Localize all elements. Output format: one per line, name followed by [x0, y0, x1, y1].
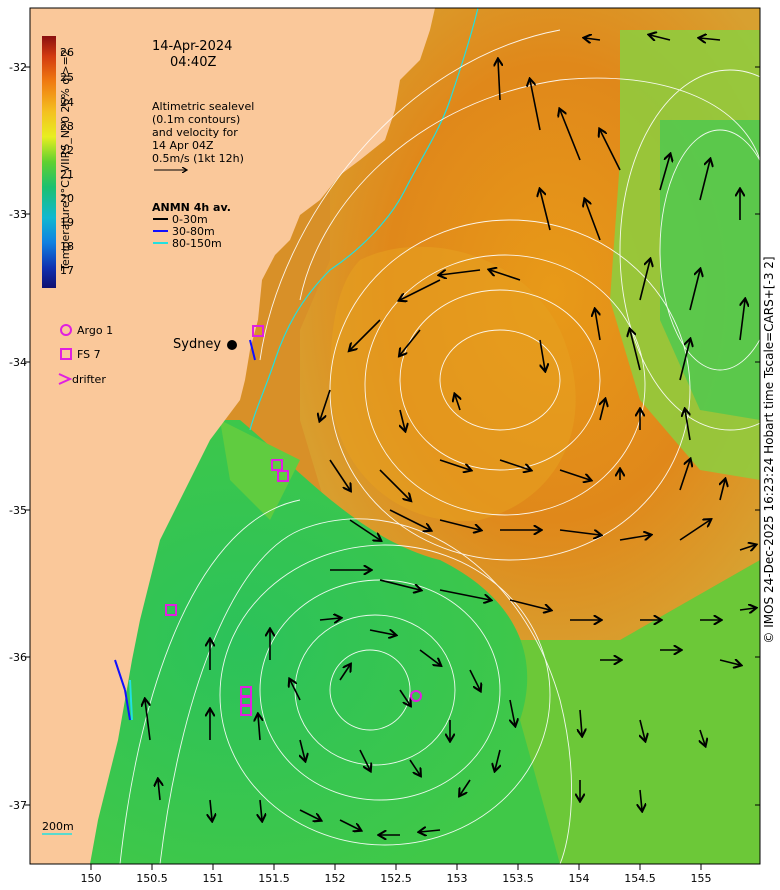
x-tick-label: 151: [203, 872, 224, 885]
x-tick-label: 150: [81, 872, 102, 885]
sydney-label: Sydney: [173, 337, 222, 352]
y-tick-label: -34: [9, 356, 27, 369]
y-tick-label: -37: [9, 799, 27, 812]
y-tick-label: -33: [9, 208, 27, 221]
map-figure: 150 150.5 151 151.5 152 152.5 153 153.5 …: [0, 0, 780, 890]
anmn-item-label: 80-150m: [172, 237, 222, 250]
fs-legend-label: FS 7: [77, 348, 101, 361]
argo-legend-label: Argo 1: [77, 324, 114, 337]
x-tick-label: 153: [447, 872, 468, 885]
sydney-marker-icon: [227, 340, 237, 350]
y-tick-label: -32: [9, 61, 27, 74]
map-canvas: 150 150.5 151 151.5 152 152.5 153 153.5 …: [9, 7, 780, 885]
description-line: (0.1m contours): [152, 113, 241, 126]
y-axis-labels: -32 -33 -34 -35 -36 -37: [9, 61, 27, 812]
description-line: and velocity for: [152, 126, 238, 139]
description-line: 14 Apr 04Z: [152, 139, 214, 152]
y-tick-label: -35: [9, 504, 27, 517]
time-label: 04:40Z: [170, 55, 217, 70]
x-tick-label: 152: [325, 872, 346, 885]
date-label: 14-Apr-2024: [152, 39, 233, 54]
drifter-legend-label: drifter: [72, 373, 106, 386]
y-tick-label: -36: [9, 651, 27, 664]
colorbar: [42, 36, 56, 288]
x-tick-label: 152.5: [380, 872, 412, 885]
description-line: Altimetric sealevel: [152, 100, 255, 113]
x-axis-ticks: [90, 864, 702, 870]
x-axis-labels: 150 150.5 151 151.5 152 152.5 153 153.5 …: [81, 872, 712, 885]
description-line: 0.5m/s (1kt 12h): [152, 152, 244, 165]
x-tick-label: 153.5: [502, 872, 534, 885]
x-tick-label: 151.5: [258, 872, 290, 885]
x-tick-label: 155: [691, 872, 712, 885]
x-tick-label: 154: [569, 872, 590, 885]
isobath-label: 200m: [42, 820, 74, 833]
x-tick-label: 154.5: [624, 872, 656, 885]
x-tick-label: 150.5: [136, 872, 168, 885]
